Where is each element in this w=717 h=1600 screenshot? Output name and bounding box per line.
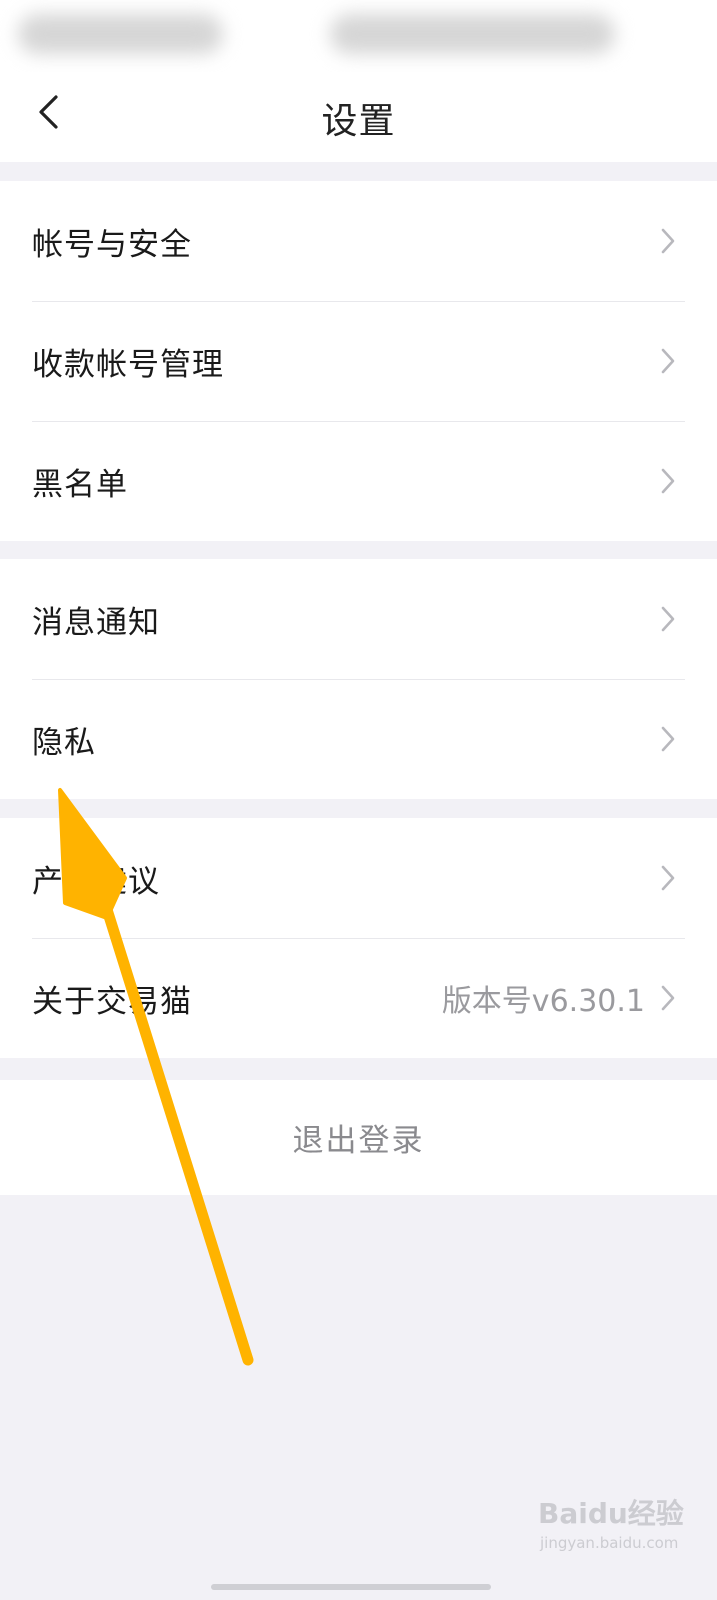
- settings-item-label: 帐号与安全: [32, 226, 192, 263]
- settings-item-label: 隐私: [32, 724, 96, 761]
- settings-item-label: 消息通知: [32, 604, 160, 641]
- watermark-url: jingyan.baidu.com: [540, 1534, 679, 1552]
- settings-group-notifications: 消息通知 隐私: [0, 559, 717, 799]
- settings-group-about: 产品建议 关于交易猫 版本号v6.30.1: [0, 818, 717, 1058]
- nav-bar: 设置: [0, 72, 717, 162]
- settings-item-blacklist[interactable]: 黑名单: [0, 421, 717, 541]
- chevron-right-icon: [657, 723, 679, 755]
- settings-item-label: 黑名单: [32, 466, 128, 503]
- chevron-right-icon: [657, 465, 679, 497]
- baidu-watermark: Baidu经验 jingyan.baidu.com: [538, 1490, 698, 1560]
- status-left-blurred: [18, 14, 223, 54]
- logout-label: 退出登录: [292, 1123, 425, 1159]
- settings-item-account-security[interactable]: 帐号与安全: [0, 181, 717, 301]
- chevron-right-icon: [657, 982, 679, 1014]
- settings-item-notifications[interactable]: 消息通知: [0, 559, 717, 679]
- settings-group-account: 帐号与安全 收款帐号管理 黑名单: [0, 181, 717, 541]
- page-title: 设置: [321, 101, 396, 142]
- logout-button[interactable]: 退出登录: [0, 1080, 717, 1195]
- settings-item-payment-accounts[interactable]: 收款帐号管理: [0, 301, 717, 421]
- status-bar: [0, 0, 717, 72]
- watermark-logo: Baidu经验: [538, 1497, 684, 1530]
- home-indicator[interactable]: [211, 1584, 491, 1590]
- version-value: 版本号v6.30.1: [441, 984, 645, 1019]
- settings-item-feedback[interactable]: 产品建议: [0, 818, 717, 938]
- settings-item-label: 关于交易猫: [32, 983, 192, 1020]
- status-right-blurred: [330, 14, 615, 54]
- settings-item-privacy[interactable]: 隐私: [0, 679, 717, 799]
- chevron-right-icon: [657, 862, 679, 894]
- settings-item-label: 收款帐号管理: [32, 346, 224, 383]
- chevron-right-icon: [657, 603, 679, 635]
- settings-item-label: 产品建议: [32, 863, 160, 900]
- settings-item-about[interactable]: 关于交易猫 版本号v6.30.1: [0, 938, 717, 1058]
- chevron-right-icon: [657, 345, 679, 377]
- chevron-right-icon: [657, 225, 679, 257]
